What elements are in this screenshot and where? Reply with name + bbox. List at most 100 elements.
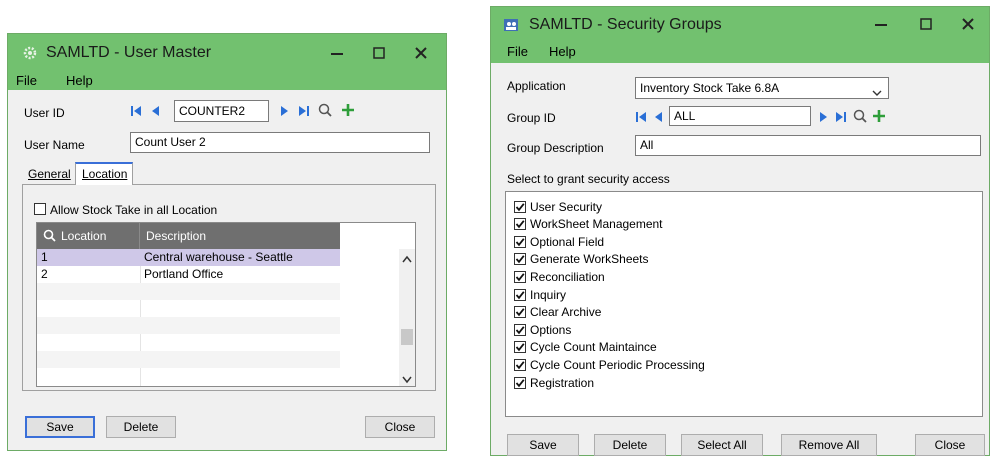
grid-header-location[interactable]: Location <box>37 223 140 249</box>
permission-item[interactable]: Options <box>514 321 571 338</box>
cell-description: Central warehouse - Seattle <box>144 250 293 264</box>
grid-header-location-label: Location <box>61 229 107 243</box>
remove-all-button[interactable]: Remove All <box>781 434 877 456</box>
add-icon[interactable] <box>871 108 887 127</box>
permission-item[interactable]: Registration <box>514 374 594 391</box>
permission-checkbox[interactable] <box>514 270 526 283</box>
menu-help[interactable]: Help <box>549 44 576 59</box>
last-record-icon[interactable] <box>835 111 847 126</box>
group-description-input[interactable]: All <box>635 135 981 156</box>
scroll-up-icon[interactable] <box>402 252 412 266</box>
application-select[interactable]: Inventory Stock Take 6.8A <box>635 77 889 99</box>
permission-checkbox[interactable] <box>514 306 526 319</box>
tab-general[interactable]: General <box>28 167 71 181</box>
permission-item[interactable]: Cycle Count Periodic Processing <box>514 356 705 373</box>
gear-icon <box>22 45 38 64</box>
next-record-icon[interactable] <box>819 111 829 126</box>
permission-checkbox[interactable] <box>514 358 526 371</box>
permission-item[interactable]: Generate WorkSheets <box>514 251 649 268</box>
grant-access-label: Select to grant security access <box>507 172 670 186</box>
add-icon[interactable] <box>340 102 356 121</box>
close-button[interactable]: Close <box>915 434 985 456</box>
permission-item[interactable]: Cycle Count Maintaince <box>514 339 657 356</box>
cell-location: 2 <box>41 267 48 281</box>
save-button[interactable]: Save <box>25 416 95 438</box>
permission-item[interactable]: Inquiry <box>514 286 566 303</box>
permissions-list: User Security WorkSheet Management Optiona… <box>505 191 983 417</box>
permission-label: Cycle Count Periodic Processing <box>530 357 705 372</box>
permission-label: User Security <box>530 199 603 214</box>
allow-all-checkbox[interactable] <box>34 203 46 215</box>
application-value: Inventory Stock Take 6.8A <box>640 81 780 95</box>
close-button[interactable]: Close <box>365 416 435 438</box>
maximize-button[interactable] <box>364 41 394 65</box>
menu-file[interactable]: File <box>507 44 528 59</box>
group-id-input[interactable]: ALL <box>669 106 811 126</box>
first-record-icon[interactable] <box>130 105 142 120</box>
search-icon[interactable] <box>318 103 332 120</box>
permission-item[interactable]: Optional Field <box>514 233 604 250</box>
permission-checkbox[interactable] <box>514 341 526 354</box>
grid-header-description[interactable]: Description <box>140 223 340 249</box>
window-title: SAMLTD - Security Groups <box>529 16 722 33</box>
last-record-icon[interactable] <box>298 105 310 120</box>
permission-item[interactable]: Reconciliation <box>514 268 605 285</box>
menu-file[interactable]: File <box>16 73 37 88</box>
permission-checkbox[interactable] <box>514 376 526 389</box>
permission-label: Registration <box>530 375 595 390</box>
title-bar[interactable]: SAMLTD - User Master <box>8 34 446 70</box>
scroll-down-icon[interactable] <box>402 373 412 387</box>
users-icon <box>503 17 519 36</box>
security-groups-window: SAMLTD - Security Groups File Help Appli… <box>490 6 990 456</box>
table-row[interactable]: 1 Central warehouse - Seattle <box>37 249 340 266</box>
checkmark-icon <box>515 255 525 264</box>
first-record-icon[interactable] <box>635 111 647 126</box>
permission-label: Clear Archive <box>530 305 602 320</box>
previous-record-icon[interactable] <box>150 105 160 120</box>
minimize-button[interactable] <box>322 41 352 65</box>
permission-label: Inquiry <box>530 287 567 302</box>
permission-checkbox[interactable] <box>514 323 526 336</box>
close-window-button[interactable] <box>953 12 983 36</box>
next-record-icon[interactable] <box>280 105 290 120</box>
save-button[interactable]: Save <box>507 434 579 456</box>
maximize-button[interactable] <box>911 12 941 36</box>
table-row[interactable]: 2 Portland Office <box>37 266 340 283</box>
checkmark-icon <box>515 343 525 352</box>
permission-item[interactable]: User Security <box>514 198 602 215</box>
vertical-scrollbar[interactable] <box>399 249 415 386</box>
permission-checkbox[interactable] <box>514 235 526 248</box>
user-id-input[interactable]: COUNTER2 <box>174 100 269 122</box>
permission-label: Reconciliation <box>530 269 605 284</box>
group-id-label: Group ID <box>507 111 556 125</box>
user-name-input[interactable]: Count User 2 <box>130 132 430 153</box>
scroll-thumb[interactable] <box>401 329 413 345</box>
title-bar[interactable]: SAMLTD - Security Groups <box>491 7 989 41</box>
location-grid: Location Description 1 Central warehouse… <box>36 222 416 387</box>
permission-checkbox[interactable] <box>514 288 526 301</box>
empty-row <box>37 351 340 368</box>
select-all-button[interactable]: Select All <box>681 434 763 456</box>
checkmark-icon <box>515 220 525 229</box>
tab-location[interactable]: Location <box>75 162 133 186</box>
previous-record-icon[interactable] <box>653 111 663 126</box>
permission-checkbox[interactable] <box>514 218 526 231</box>
permission-item[interactable]: WorkSheet Management <box>514 216 663 233</box>
delete-button[interactable]: Delete <box>594 434 666 456</box>
close-window-button[interactable] <box>406 41 436 65</box>
checkmark-icon <box>515 237 525 246</box>
permission-label: Options <box>530 322 572 337</box>
delete-button[interactable]: Delete <box>106 416 176 438</box>
menu-help[interactable]: Help <box>66 73 93 88</box>
cell-description: Portland Office <box>144 267 224 281</box>
permission-item[interactable]: Clear Archive <box>514 304 601 321</box>
checkmark-icon <box>515 308 525 317</box>
permission-label: WorkSheet Management <box>530 217 663 232</box>
tab-general-label: General <box>28 167 71 181</box>
empty-row <box>37 317 340 334</box>
permission-checkbox[interactable] <box>514 200 526 213</box>
minimize-button[interactable] <box>866 12 896 36</box>
search-icon <box>43 229 56 245</box>
permission-checkbox[interactable] <box>514 253 526 266</box>
search-icon[interactable] <box>853 109 867 126</box>
